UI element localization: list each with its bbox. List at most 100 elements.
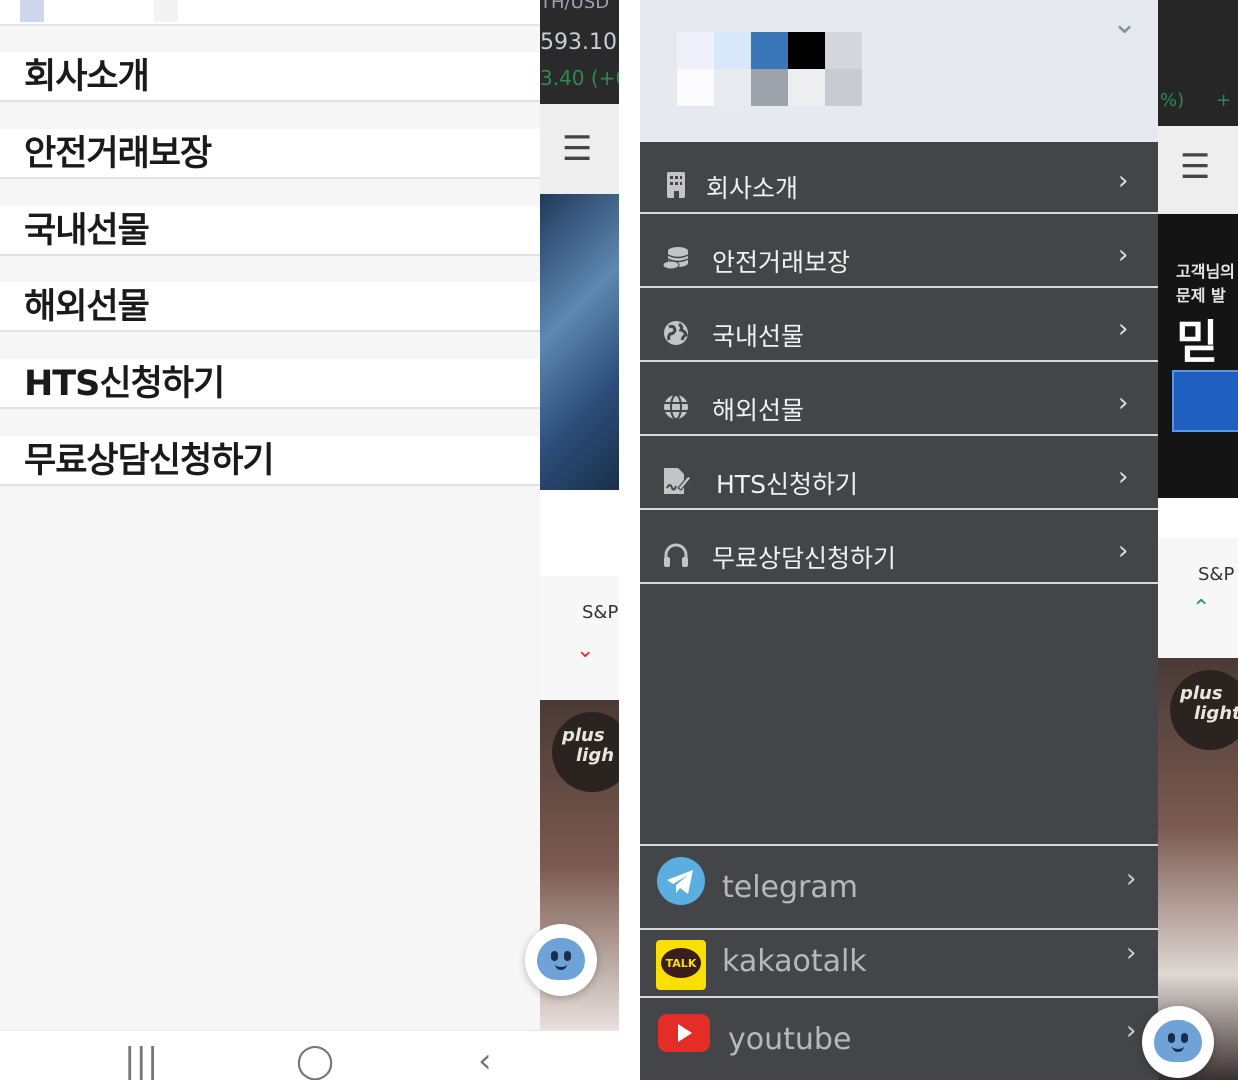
background-page: TH/USD 593.10 3.40 (+0 ☰ S&P ⌄ plus ligh [540, 0, 619, 1030]
blurred-logo-pixel [677, 32, 714, 69]
social-label: kakaotalk [722, 944, 867, 979]
chevron-right-icon: › [1118, 388, 1129, 418]
back-icon[interactable]: ‹ [478, 1041, 492, 1080]
chatbot-mouth [555, 964, 567, 970]
up-arrow-icon: ⌃ [1192, 596, 1211, 621]
menu-item-company[interactable]: 회사소개 [0, 52, 540, 102]
system-navigation-bar: ||| ◯ ‹ [0, 1030, 619, 1080]
social-link-kakaotalk[interactable]: TALK kakaotalk › [640, 928, 1158, 998]
ticker-price: 593.10 [540, 30, 617, 55]
section-spacer [1158, 498, 1238, 538]
chatbot-eye [551, 951, 558, 961]
blurred-logo-pixel [751, 69, 788, 106]
chatbot-eye [564, 951, 571, 961]
page-header: ☰ [540, 104, 619, 194]
building-icon [662, 172, 690, 200]
hamburger-menu-icon[interactable]: ☰ [1180, 150, 1210, 184]
blurred-logo-pixel [714, 32, 751, 69]
hamburger-menu-icon[interactable]: ☰ [562, 132, 592, 166]
signature-icon [662, 468, 692, 496]
home-icon[interactable]: ◯ [296, 1041, 334, 1080]
menu-item-label: 안전거래보장 [24, 134, 212, 174]
menu-item-label: 무료상담신청하기 [24, 441, 275, 481]
ticker-pair: TH/USD [540, 0, 610, 13]
blurred-logo-part [154, 0, 178, 22]
left-phone-screen: TH/USD 593.10 3.40 (+0 ☰ S&P ⌄ plus ligh [0, 0, 619, 1080]
blurred-logo-part [44, 0, 154, 22]
menu-item-domestic-futures[interactable]: 국내선물 › [640, 290, 1158, 362]
coins-icon [662, 246, 690, 274]
channel-logo: plus ligh [552, 712, 619, 792]
ticker-change: 3.40 (+0 [540, 66, 619, 90]
side-menu-drawer: ⌄ 회사소개 › 안전거래보장 › 국내선물 › 해외선물 › HTS신청하기 … [640, 0, 1158, 1080]
logo-text-1: plus [562, 725, 605, 746]
ticker-plus: + [1216, 90, 1232, 111]
banner-button[interactable] [1172, 370, 1238, 432]
chatbot-button[interactable] [1142, 1006, 1214, 1078]
social-link-youtube[interactable]: youtube › [640, 996, 1158, 1080]
menu-item-label: 국내선물 [712, 322, 805, 351]
price-ticker: %) + [1158, 0, 1238, 126]
screen-divider [619, 0, 640, 1080]
drawer-top-bar [0, 0, 540, 26]
social-label: youtube [728, 1022, 852, 1057]
blurred-logo-pixel [751, 32, 788, 69]
menu-item-label: 해외선물 [24, 287, 150, 327]
price-ticker: TH/USD 593.10 3.40 (+0 [540, 0, 619, 104]
chevron-right-icon: › [1118, 462, 1129, 492]
ticker-change: %) [1160, 90, 1185, 111]
menu-item-free-consult[interactable]: 무료상담신청하기 › [640, 512, 1158, 584]
chatbot-face-icon [1154, 1020, 1202, 1062]
chatbot-mouth [1172, 1046, 1184, 1052]
chevron-down-icon[interactable]: ⌄ [1112, 6, 1137, 41]
recent-apps-icon[interactable]: ||| [124, 1041, 158, 1080]
menu-item-hts-apply[interactable]: HTS신청하기 [0, 359, 540, 409]
social-label: telegram [722, 870, 858, 905]
index-label: S&P [1198, 564, 1235, 585]
headphones-icon [662, 542, 690, 570]
blurred-logo-pixel [677, 69, 714, 106]
chevron-right-icon: › [1118, 536, 1129, 566]
right-phone-screen: %) + ☰ 고객님의 문제 발 믿 S&P ⌃ plus light ⌄ 회사… [640, 0, 1238, 1080]
screenshot-root: TH/USD 593.10 3.40 (+0 ☰ S&P ⌄ plus ligh [0, 0, 1238, 1080]
background-page: %) + ☰ 고객님의 문제 발 믿 S&P ⌃ plus light [1158, 0, 1238, 1080]
menu-item-label: 해외선물 [712, 396, 805, 425]
index-card: S&P ⌄ [540, 576, 619, 700]
chevron-right-icon: › [1118, 240, 1129, 270]
banner-text-1: 고객님의 [1176, 262, 1235, 281]
globe-grid-icon [662, 394, 690, 422]
menu-item-label: HTS신청하기 [24, 364, 225, 404]
banner-text-3: 믿 [1176, 315, 1219, 369]
kakaotalk-badge-text: TALK [666, 957, 697, 970]
menu-item-safe-trade[interactable]: 안전거래보장 › [640, 216, 1158, 288]
menu-item-hts-apply[interactable]: HTS신청하기 › [640, 438, 1158, 510]
menu-item-domestic-futures[interactable]: 국내선물 [0, 206, 540, 256]
menu-item-overseas-futures[interactable]: 해외선물 [0, 282, 540, 332]
chatbot-face-icon [537, 938, 585, 980]
chatbot-button[interactable] [525, 924, 597, 996]
hero-banner-image [540, 194, 619, 490]
down-arrow-icon: ⌄ [576, 638, 595, 663]
logo-text-1: plus [1180, 683, 1223, 704]
social-link-telegram[interactable]: telegram › [640, 844, 1158, 930]
menu-item-label: 국내선물 [24, 211, 150, 251]
kakaotalk-icon: TALK [656, 940, 706, 990]
menu-item-free-consult[interactable]: 무료상담신청하기 [0, 436, 540, 486]
index-label: S&P [582, 602, 619, 623]
menu-item-label: 무료상담신청하기 [712, 544, 897, 573]
logo-text-2: light [1194, 703, 1238, 724]
chevron-right-icon: › [1126, 1016, 1137, 1046]
blurred-logo-pixel [714, 69, 751, 106]
chatbot-eye [1181, 1033, 1188, 1043]
banner-text-2: 문제 발 [1176, 286, 1226, 305]
globe-icon [662, 320, 690, 348]
side-menu-drawer: 회사소개 안전거래보장 국내선물 해외선물 HTS신청하기 무료상담신청하기 [0, 0, 540, 1030]
menu-item-company[interactable]: 회사소개 › [640, 142, 1158, 214]
blurred-logo-part [20, 0, 44, 22]
telegram-icon [656, 856, 706, 906]
blurred-logo-pixel [825, 69, 862, 106]
menu-item-overseas-futures[interactable]: 해외선물 › [640, 364, 1158, 436]
chevron-right-icon: › [1126, 864, 1137, 894]
menu-item-label: 회사소개 [24, 57, 150, 97]
menu-item-safe-trade[interactable]: 안전거래보장 [0, 129, 540, 179]
